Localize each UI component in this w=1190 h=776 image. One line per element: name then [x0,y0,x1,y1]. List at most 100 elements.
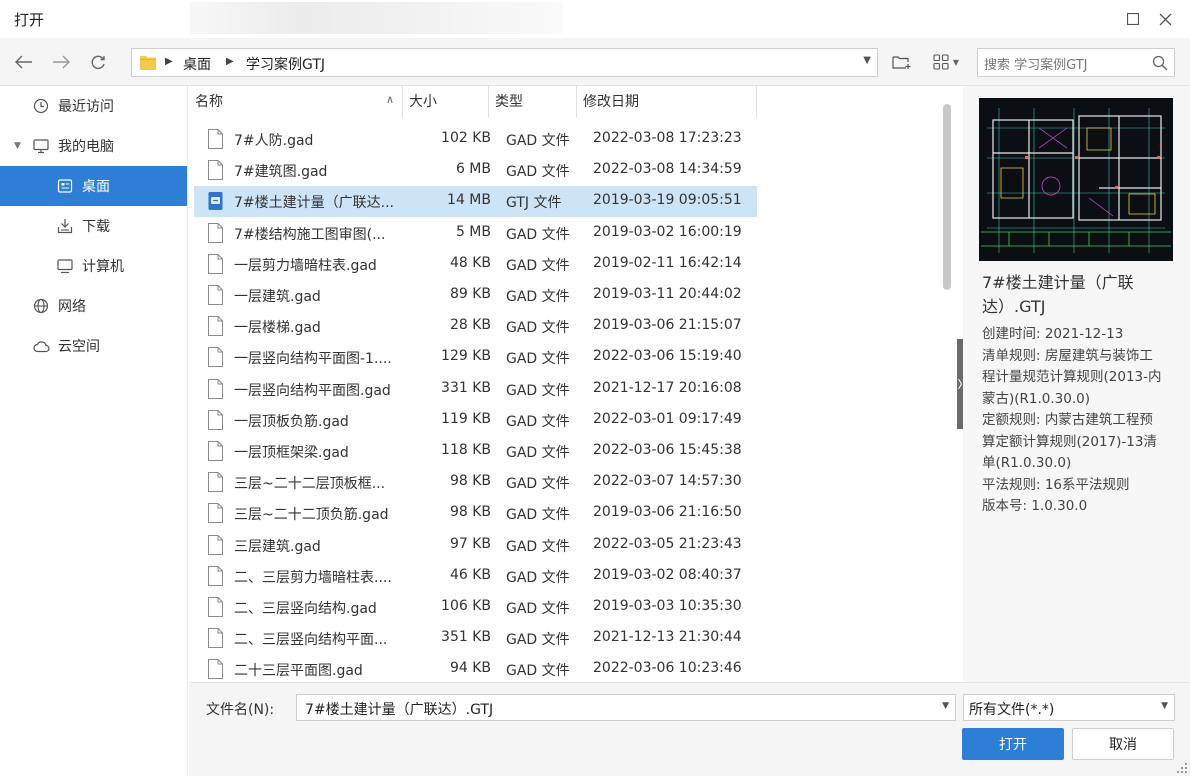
file-date: 2019-03-02 08:40:37 [593,566,742,583]
sidebar-item-label: 计算机 [82,259,124,275]
file-name: 一层顶板负筋.gad [234,413,349,430]
new-folder-button[interactable] [889,50,915,74]
expand-arrow-icon[interactable]: ▼ [14,141,21,151]
file-row[interactable]: 7#楼结构施工图审图(... 5 MB GAD 文件 2019-03-02 16:00… [194,218,757,249]
sidebar-item-downloads[interactable]: 下载 [0,206,187,246]
file-row[interactable]: 一层顶板负筋.gad 119 KB GAD 文件 2022-03-01 09:17:4… [194,405,757,436]
file-date: 2019-03-11 20:44:02 [593,286,742,302]
chevron-down-icon: ▼ [1161,701,1168,711]
document-icon [208,409,223,430]
search-placeholder: 搜索 学习案例GTJ [984,58,1088,73]
file-size: 118 KB [441,442,491,458]
cancel-button[interactable]: 取消 [1072,728,1174,760]
document-icon [208,285,223,305]
sidebar-item-my-computer[interactable]: ▼ 我的电脑 [0,126,187,166]
file-row[interactable]: 一层顶框架梁.gad 118 KB GAD 文件 2022-03-06 15:45:3… [194,436,757,467]
filename-label: 文件名(N): [206,702,275,718]
vertical-scrollbar[interactable] [937,86,957,682]
sidebar-item-desktop[interactable]: 桌面 [0,166,187,206]
document-icon [208,659,223,680]
sidebar-item-computer[interactable]: 计算机 [0,246,187,286]
column-header-row: 名称 ∧ 大小 类型 修改日期 [189,86,957,118]
cloud-icon [32,337,50,355]
file-date: 2022-03-06 15:45:38 [593,442,742,458]
file-row[interactable]: 7#人防.gad 102 KB GAD 文件 2022-03-08 17:23:23 [194,124,757,155]
search-icon[interactable] [1152,55,1168,71]
file-name: 7#楼土建计量（广联达... [234,195,394,212]
file-row[interactable]: 三层~二十二顶负筋.gad 98 KB GAD 文件 2019-03-06 21:16… [194,498,757,529]
file-size: 97 KB [449,535,491,552]
file-row[interactable]: 7#建筑图.gad 6 MB GAD 文件 2022-03-08 14:34:59 [194,155,757,186]
document-icon [208,628,223,649]
file-row[interactable]: 一层竖向结构平面图-1.... 129 KB GAD 文件 2022-03-06 15… [194,342,757,373]
file-size: 119 KB [441,410,491,427]
maximize-button[interactable] [1121,8,1145,30]
document-icon [208,441,223,461]
title-bar: 打开 [0,0,1190,38]
sidebar-item-cloud[interactable]: 云空间 [0,326,187,366]
filetype-select[interactable]: 所有文件(*.*) ▼ [963,694,1175,721]
file-type: GAD 文件 [506,351,570,368]
file-size: 6 MB [455,161,491,178]
window-title: 打开 [14,11,45,29]
sidebar-item-label: 下载 [82,219,110,235]
file-row[interactable]: 二、三层剪力墙暗柱表.... 46 KB GAD 文件 2019-03-02 08:4… [194,561,757,592]
resize-grip-icon[interactable] [1177,763,1187,773]
breadcrumb-desktop[interactable]: 桌面 [183,54,211,74]
document-icon [208,565,223,586]
file-type: GAD 文件 [506,632,570,649]
chevron-down-icon[interactable]: ▼ [942,701,949,711]
file-row[interactable]: 一层竖向结构平面图.gad 331 KB GAD 文件 2021-12-17 20:1… [194,374,757,405]
file-date: 2022-03-07 14:57:30 [593,473,742,490]
close-icon [1159,13,1171,25]
search-input[interactable]: 搜索 学习案例GTJ [977,48,1175,77]
address-dropdown-icon[interactable]: ▼ [863,55,871,66]
close-button[interactable] [1153,8,1177,30]
column-header-size[interactable]: 大小 [403,86,489,118]
scrollbar-thumb[interactable] [943,104,951,290]
document-icon [208,129,223,149]
file-name: 一层剪力墙暗柱表.gad [234,257,377,274]
address-bar[interactable]: ▶ 桌面 ▶ 学习案例GTJ ▼ [131,48,878,77]
file-type: GAD 文件 [506,164,570,181]
file-size: 331 KB [441,379,491,396]
file-date: 2019-03-06 21:15:07 [593,317,742,334]
file-row[interactable]: 三层建筑.gad 97 KB GAD 文件 2022-03-05 21:23:43 [194,530,757,561]
file-type: GAD 文件 [506,289,570,305]
file-date: 2022-03-08 14:34:59 [593,161,742,178]
file-type: GAD 文件 [506,569,570,586]
file-row[interactable]: 一层剪力墙暗柱表.gad 48 KB GAD 文件 2019-02-11 16:42:… [194,249,757,280]
view-mode-button[interactable]: ▼ [926,50,966,74]
document-icon [208,253,223,274]
refresh-button[interactable] [86,50,110,74]
file-row[interactable]: 三层~二十二层顶板框... 98 KB GAD 文件 2022-03-07 14:57… [194,467,757,498]
maximize-icon [1127,13,1139,25]
file-type: GAD 文件 [506,663,570,680]
preview-bill-rule: 清单规则: 房屋建筑与装饰工程计量规范计算规则(2013-内蒙古)(R1.0.3… [982,347,1162,407]
sidebar-item-network[interactable]: 网络 [0,286,187,326]
file-row[interactable]: 一层楼梯.gad 28 KB GAD 文件 2019-03-06 21:15:07 [194,311,757,342]
file-row[interactable]: 一层建筑.gad 89 KB GAD 文件 2019-03-11 20:44:02 [194,280,757,311]
column-header-date[interactable]: 修改日期 [577,86,757,118]
file-row[interactable]: 二、三层竖向结构平面... 351 KB GAD 文件 2021-12-13 21:3… [194,623,757,654]
file-row[interactable]: 二十三层平面图.gad 94 KB GAD 文件 2022-03-06 10:23:4… [194,654,757,682]
document-icon [208,503,223,524]
preview-pane: 7#楼土建计量（广联达）.GTJ 创建时间: 2021-12-13 清单规则: … [963,86,1190,682]
file-row[interactable]: 二、三层竖向结构.gad 106 KB GAD 文件 2019-03-03 10:35… [194,592,757,623]
document-icon [208,534,223,555]
breadcrumb-folder[interactable]: 学习案例GTJ [246,54,325,74]
sidebar-item-recent[interactable]: 最近访问 [0,86,187,126]
file-size: 5 MB [455,223,491,240]
sidebar-item-label: 最近访问 [58,99,114,115]
file-row[interactable]: 7#楼土建计量（广联达... 14 MB GTJ 文件 2019-03-19 09:0… [194,186,757,218]
file-name: 7#建筑图.gad [234,164,328,181]
file-name: 一层建筑.gad [234,289,321,305]
column-header-name[interactable]: 名称 [189,86,403,118]
file-type: GAD 文件 [506,382,570,399]
forward-button[interactable] [49,50,73,74]
file-date: 2022-03-05 21:23:43 [593,535,742,552]
column-header-type[interactable]: 类型 [489,86,577,118]
filename-field[interactable]: 7#楼土建计量（广联达）.GTJ ▼ [296,694,956,721]
open-button[interactable]: 打开 [962,728,1064,760]
back-button[interactable] [12,50,36,74]
